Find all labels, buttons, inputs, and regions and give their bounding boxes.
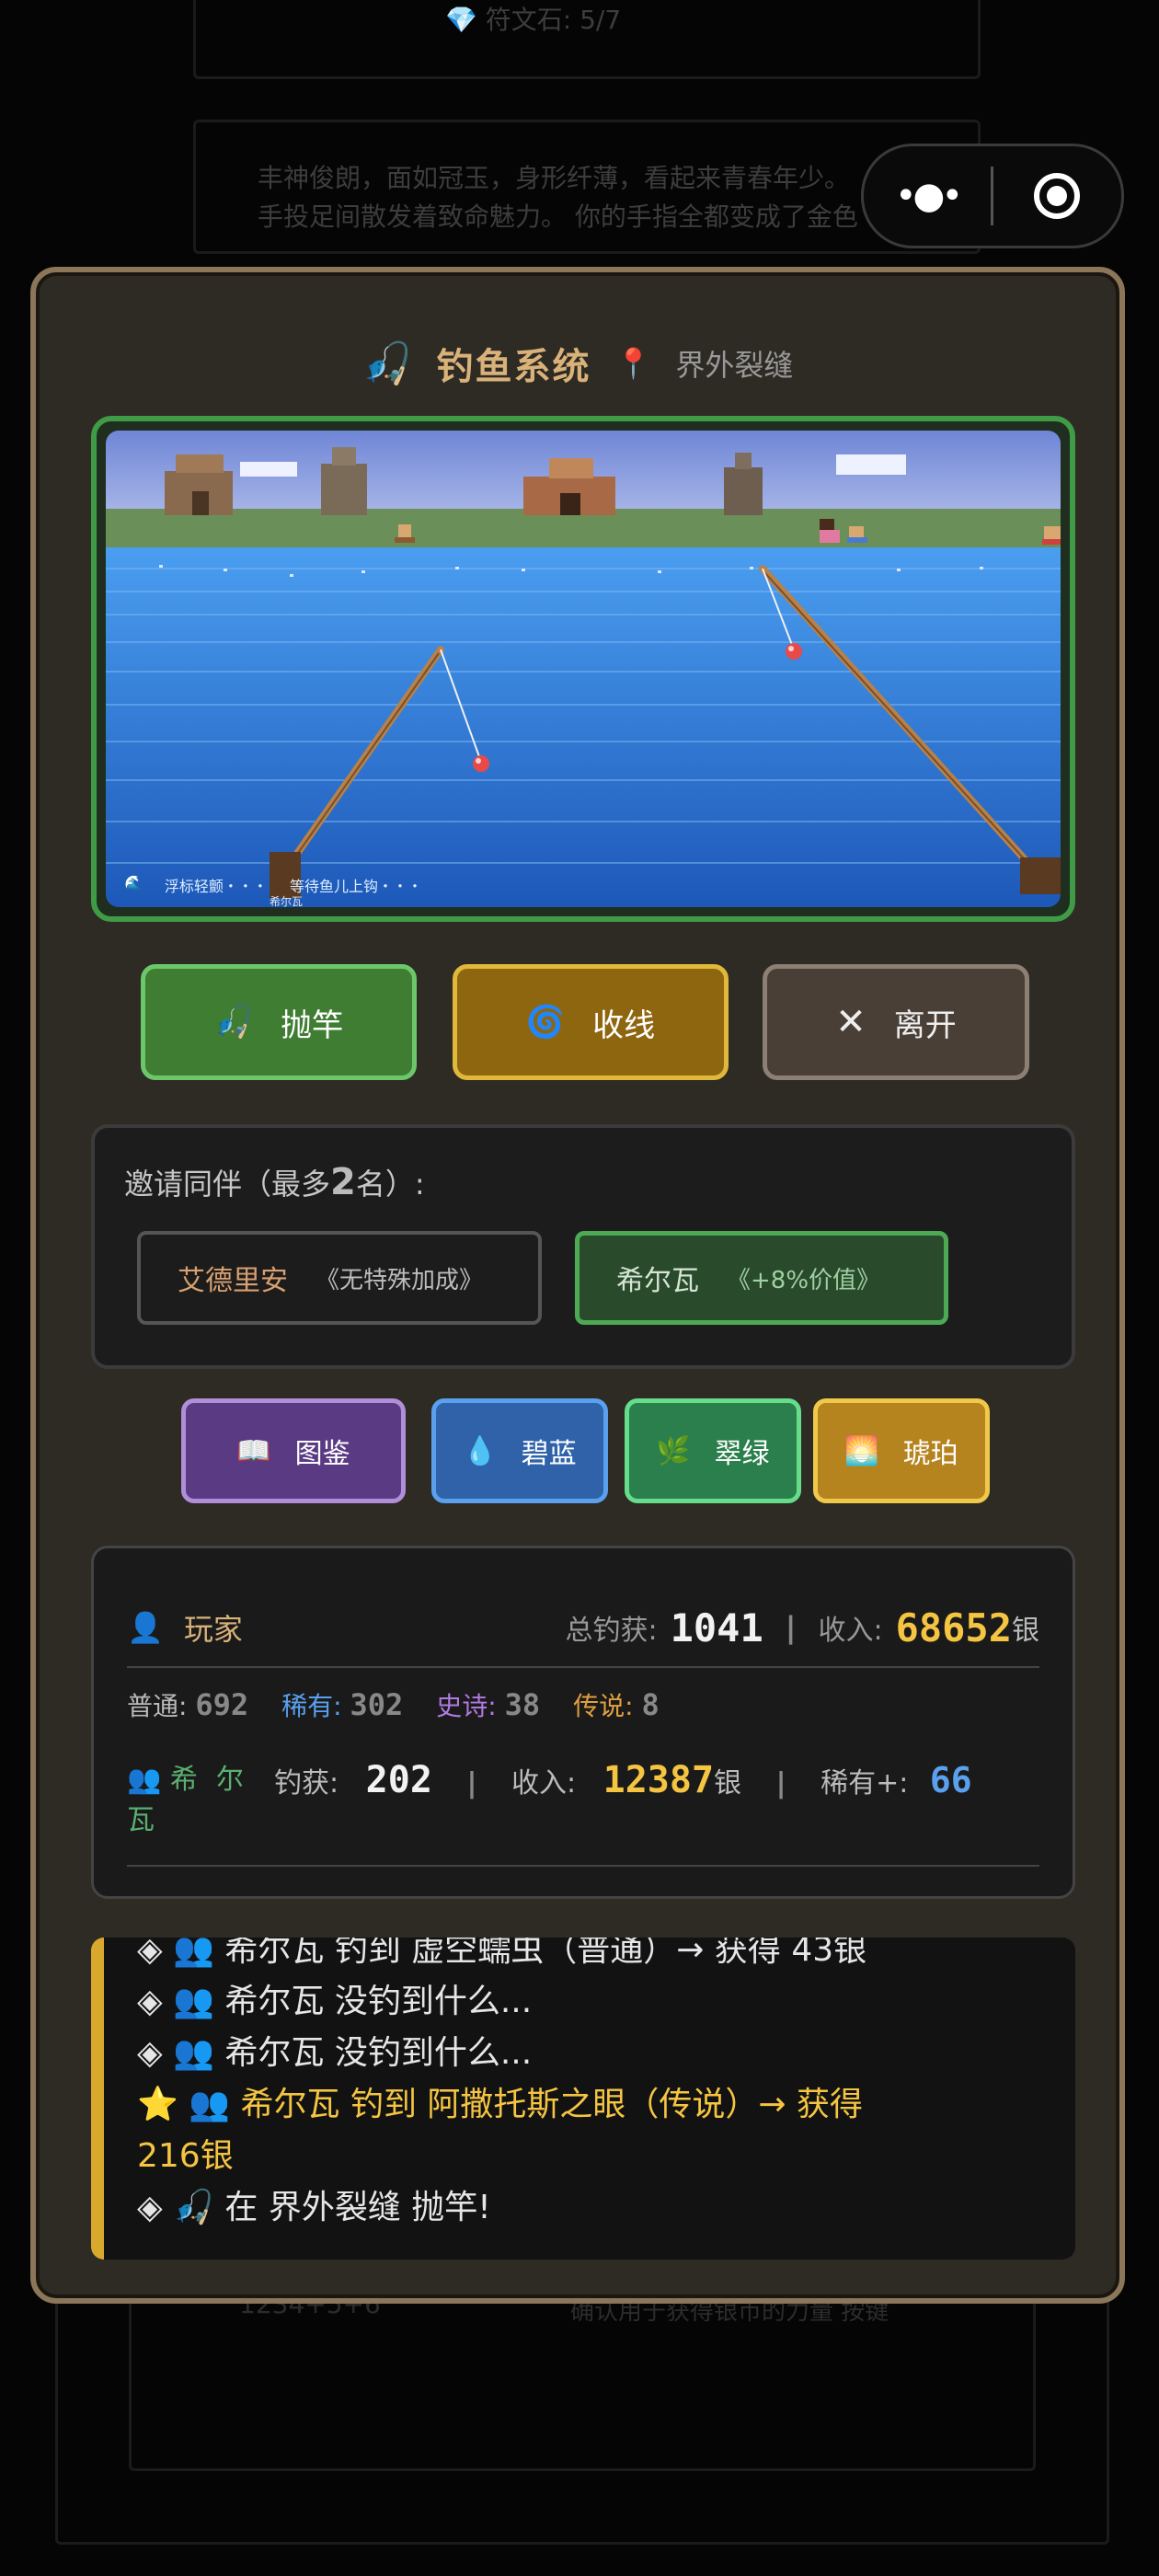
invite-max-count: 2 — [330, 1161, 356, 1203]
emerald-label: 翠绿 — [714, 1438, 770, 1470]
wait-status: 等待鱼儿上钩・・・ — [289, 878, 422, 895]
leaf-icon: 🌿 — [656, 1434, 691, 1467]
record-icon[interactable] — [993, 173, 1120, 219]
fishing-rod-icon: 🎣 — [213, 1004, 254, 1041]
spiral-icon: 🌀 — [525, 1004, 566, 1041]
stats-panel: 👤 玩家 总钓获: 1041 | 收入: 68652 银 普通: 692 稀有:… — [91, 1546, 1075, 1899]
stats-divider: | — [466, 1767, 477, 1800]
legend-count: 传说: 8 — [573, 1687, 660, 1722]
codex-button[interactable]: 📖 图鉴 — [181, 1398, 406, 1503]
background-description-1: 丰神俊朗，面如冠玉，身形纤薄，看起来青春年少。 — [258, 163, 851, 193]
lake-water — [106, 547, 1061, 907]
rarity-breakdown: 普通: 692 稀有: 302 史诗: 38 传说: 8 — [127, 1686, 660, 1723]
companion-bonus: 《无特殊加成》 — [316, 1266, 484, 1294]
fishing-scene-art — [106, 431, 1061, 907]
emerald-bait-button[interactable]: 🌿 翠绿 — [625, 1398, 801, 1503]
invite-label: 邀请同伴（最多2名）: — [124, 1161, 425, 1203]
background-description-2: 手投足间散发着致命魅力。 你的手指全都变成了金色 — [258, 201, 858, 232]
amber-label: 琥珀 — [902, 1438, 958, 1470]
location-label: 界外裂缝 — [675, 348, 794, 383]
panel-header: 🎣 钓鱼系统 📍 界外裂缝 — [36, 337, 1119, 390]
common-count: 普通: 692 — [127, 1687, 249, 1722]
amber-bait-button[interactable]: 🌅 琥珀 — [813, 1398, 990, 1503]
player-stats-row: 👤 玩家 总钓获: 1041 | 收入: 68652 银 — [127, 1600, 1039, 1655]
sunrise-icon: 🌅 — [844, 1434, 879, 1467]
log-entry: ◈ 👥 希尔瓦 没钓到什么... — [137, 1983, 533, 2020]
location-pin-icon: 📍 — [614, 346, 652, 381]
wave-icon: 🌊 — [124, 874, 143, 891]
stats-divider-line — [127, 1666, 1039, 1668]
leave-button-label: 离开 — [893, 1006, 957, 1044]
background-rune-stone: 💎 符文石: 5/7 — [445, 5, 622, 35]
companion-stats-row: 👥 希尔瓦 钓获: 202 | 收入: 12387银 | 稀有+: 66 — [127, 1760, 1039, 1852]
stats-divider: | — [775, 1767, 786, 1800]
income-value: 68652 — [895, 1604, 1012, 1650]
stats-divider: | — [785, 1610, 797, 1645]
azure-bait-button[interactable]: 💧 碧蓝 — [431, 1398, 608, 1503]
companion-rare-value: 66 — [929, 1760, 972, 1800]
companion-bonus: 《+8%价值》 — [727, 1266, 881, 1294]
total-catch-label: 总钓获: — [565, 1615, 658, 1647]
rare-count: 稀有: 302 — [281, 1687, 404, 1722]
azure-label: 碧蓝 — [521, 1438, 577, 1470]
silver-unit: 银 — [1012, 1615, 1039, 1647]
companion-name: 希尔瓦 — [616, 1265, 699, 1297]
log-entry: ◈ 👥 希尔瓦 没钓到什么... — [137, 2034, 533, 2072]
invite-label-suffix: 名）: — [355, 1167, 425, 1202]
fishing-panel: 🎣 钓鱼系统 📍 界外裂缝 🌊 浮标轻颤・・・ 等待鱼儿上钩・・・ 希尔瓦 🎣 … — [30, 267, 1125, 2304]
companion-name: 艾德里安 — [178, 1265, 288, 1297]
fishing-scene-canvas: 🌊 浮标轻颤・・・ 等待鱼儿上钩・・・ 希尔瓦 — [106, 431, 1061, 907]
companion-chip-silva[interactable]: 希尔瓦 《+8%价值》 — [575, 1231, 948, 1325]
activity-log[interactable]: ◈ 👥 希尔瓦 钓到 虚空蠕虫（普通）→ 获得 43银 ◈ 👥 希尔瓦 没钓到什… — [91, 1938, 1075, 2260]
companion-income-label: 收入: — [511, 1767, 577, 1800]
leave-button[interactable]: ✕ 离开 — [763, 964, 1029, 1080]
rod-owner-tag: 希尔瓦 — [270, 895, 304, 907]
player-label: 玩家 — [183, 1612, 243, 1647]
stats-divider-line — [127, 1865, 1039, 1867]
invite-label-prefix: 邀请同伴（最多 — [124, 1167, 331, 1202]
companion-stats-values: 钓获: 202 | 收入: 12387银 | 稀有+: 66 — [274, 1760, 1039, 1804]
float-status: 浮标轻颤・・・ — [164, 878, 268, 895]
droplet-icon: 💧 — [463, 1434, 498, 1467]
close-icon: ✕ — [835, 1001, 866, 1043]
miniprogram-capsule: •●• — [861, 144, 1124, 248]
book-icon: 📖 — [236, 1434, 271, 1467]
companion-rare-label: 稀有+: — [820, 1767, 909, 1800]
log-entry-legendary: ⭐ 👥 希尔瓦 钓到 阿撒托斯之眼（传说）→ 获得 — [137, 2086, 864, 2123]
more-dots-icon[interactable]: •●• — [864, 175, 991, 217]
cast-button-label: 抛竿 — [281, 1006, 344, 1044]
log-entry-legendary-continued: 216银 — [137, 2137, 234, 2175]
log-entry: ◈ 🎣 在 界外裂缝 抛竿! — [137, 2189, 491, 2226]
silver-unit: 银 — [714, 1767, 742, 1800]
companion-chip-adrian[interactable]: 艾德里安 《无特殊加成》 — [137, 1231, 542, 1325]
companion-catch-label: 钓获: — [274, 1767, 339, 1800]
group-icon: 👥 — [127, 1764, 162, 1796]
codex-label: 图鉴 — [294, 1438, 350, 1470]
user-icon: 👤 — [127, 1610, 164, 1645]
companion-income-value: 12387 — [602, 1759, 715, 1801]
epic-count: 史诗: 38 — [436, 1687, 541, 1722]
total-catch-value: 1041 — [670, 1604, 763, 1650]
fishing-scene[interactable]: 🌊 浮标轻颤・・・ 等待鱼儿上钩・・・ 希尔瓦 — [91, 416, 1075, 922]
invite-companions-section: 邀请同伴（最多2名）: 艾德里安 《无特殊加成》 希尔瓦 《+8%价值》 — [91, 1124, 1075, 1369]
companion-catch-value: 202 — [365, 1759, 432, 1801]
page-title: 钓鱼系统 — [436, 346, 591, 388]
companion-stats-name: 👥 希尔瓦 — [127, 1760, 265, 1841]
reel-button-label: 收线 — [592, 1006, 656, 1044]
log-entry: ◈ 👥 希尔瓦 钓到 虚空蠕虫（普通）→ 获得 43银 — [137, 1938, 867, 1969]
income-label: 收入: — [818, 1615, 883, 1647]
reel-button[interactable]: 🌀 收线 — [453, 964, 729, 1080]
cast-button[interactable]: 🎣 抛竿 — [141, 964, 417, 1080]
fishing-rod-icon: 🎣 — [361, 340, 413, 387]
